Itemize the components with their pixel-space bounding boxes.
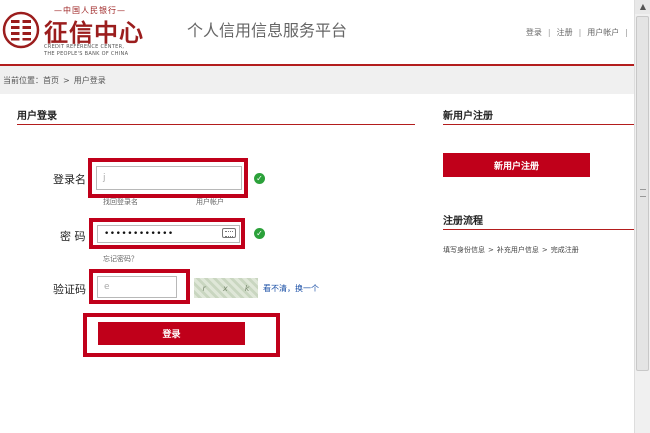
forgot-username-link[interactable]: 找回登录名 [103,197,138,207]
register-flow-divider [443,229,634,230]
captcha-image[interactable]: rxk [194,278,258,298]
flow-step-1: 填写身份信息 [443,246,485,254]
captcha-refresh-link[interactable]: 看不清，换一个 [263,283,319,294]
nav-separator: | [625,28,628,37]
register-flow-steps: 填写身份信息 > 补充用户信息 > 完成注册 [443,245,579,255]
user-account-hint[interactable]: 用户帐户 [196,197,224,207]
login-section-divider [17,124,415,125]
register-section-title: 新用户注册 [443,111,493,122]
username-label: 登录名 [53,173,86,186]
logo-english-line-2: THE PEOPLE'S BANK OF CHINA [44,51,129,57]
breadcrumb-home[interactable]: 首页 [43,76,59,85]
scroll-up-arrow-icon[interactable]: ▲ [635,0,650,14]
username-input[interactable]: j [96,166,242,190]
site-header: —中国人民银行— 征信中心 CREDIT REFERENCE CENTER, T… [0,0,634,66]
nav-user-account-link[interactable]: 用户帐户 [587,28,619,37]
password-input[interactable]: •••••••••••• [97,225,240,243]
flow-step-3: 完成注册 [550,246,579,254]
login-section-title: 用户登录 [17,111,57,122]
captcha-input[interactable]: e [97,276,177,298]
forgot-password-link[interactable]: 忘记密码？ [103,254,138,264]
top-nav: 登录 | 注册 | 用户帐户 | [526,27,634,38]
captcha-glyph-icon: k [244,283,250,293]
nav-register-link[interactable]: 注册 [557,28,573,37]
breadcrumb-separator: > [63,76,70,85]
password-label: 密 码 [60,230,86,243]
flow-step-2: 补充用户信息 [496,246,539,254]
site-title: 个人信用信息服务平台 [187,21,348,40]
nav-login-link[interactable]: 登录 [526,28,542,37]
scrollbar-grip-icon [640,189,646,197]
nav-separator: | [578,28,582,37]
logo-emblem-icon [2,11,40,49]
breadcrumb-prefix: 当前位置： [3,76,43,85]
password-valid-check-icon: ✓ [254,228,265,239]
breadcrumb-bar: 当前位置：首页 > 用户登录 [0,66,634,94]
page: —中国人民银行— 征信中心 CREDIT REFERENCE CENTER, T… [0,0,650,433]
flow-separator: > [541,246,548,254]
vertical-scrollbar[interactable]: ▲ [634,0,650,433]
captcha-glyph-icon: r [202,283,206,293]
keyboard-icon[interactable] [222,228,236,238]
breadcrumb: 当前位置：首页 > 用户登录 [3,75,106,86]
register-flow-title: 注册流程 [443,216,483,227]
captcha-label: 验证码 [53,283,86,296]
logo[interactable]: —中国人民银行— 征信中心 CREDIT REFERENCE CENTER, T… [2,3,162,59]
logo-chinese-name: 征信中心 [44,18,144,47]
scrollbar-thumb[interactable] [636,16,649,371]
captcha-glyph-icon: x [222,283,228,293]
login-button[interactable]: 登录 [98,322,245,345]
nav-separator: | [547,28,551,37]
username-valid-check-icon: ✓ [254,173,265,184]
register-button[interactable]: 新用户注册 [443,153,590,177]
flow-separator: > [488,246,494,254]
breadcrumb-current: 用户登录 [73,76,106,85]
logo-english-line-1: CREDIT REFERENCE CENTER, [44,44,125,50]
register-section-divider [443,124,634,125]
